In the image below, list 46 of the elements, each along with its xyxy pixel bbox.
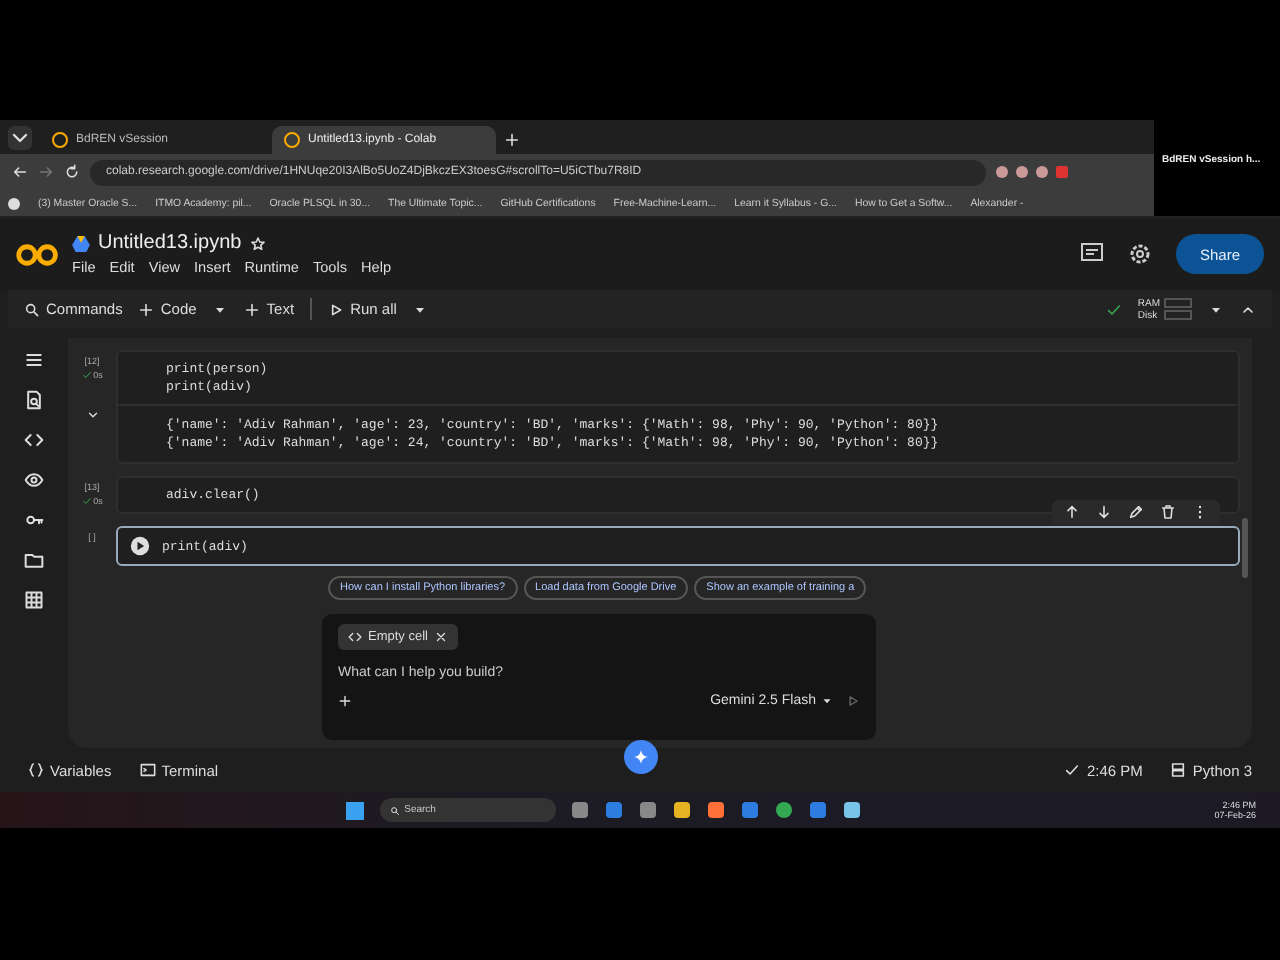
- table-of-contents-icon[interactable]: [24, 350, 44, 370]
- collapse-output-icon[interactable]: [85, 408, 99, 422]
- search-icon: [24, 301, 40, 317]
- sparkle-button[interactable]: [624, 739, 659, 773]
- find-icon[interactable]: [24, 390, 44, 410]
- run-cell-button[interactable]: [130, 536, 150, 556]
- reload-icon[interactable]: [64, 164, 80, 180]
- scrollbar-thumb[interactable]: [1242, 518, 1248, 578]
- taskbar-apps-drawing[interactable]: [572, 802, 861, 818]
- check-icon: [81, 370, 92, 380]
- plus-icon: [138, 301, 155, 317]
- code-icon[interactable]: [24, 430, 44, 450]
- tab-list-button[interactable]: [8, 126, 32, 150]
- delete-icon[interactable]: [1160, 504, 1176, 520]
- move-up-icon[interactable]: [1064, 504, 1080, 520]
- check-icon: [81, 496, 92, 506]
- collapse-icon[interactable]: [1240, 301, 1256, 317]
- search-icon: [390, 805, 401, 815]
- move-down-icon[interactable]: [1096, 504, 1112, 520]
- braces-icon: [28, 762, 44, 778]
- grid-icon[interactable]: [24, 590, 44, 610]
- eye-icon[interactable]: [24, 470, 44, 490]
- star-icon[interactable]: [249, 235, 266, 251]
- extension-icons-drawing: [996, 166, 1068, 178]
- terminal-icon: [139, 762, 156, 778]
- caret-icon: [820, 694, 834, 708]
- forward-icon[interactable]: [38, 164, 54, 180]
- folder-icon[interactable]: [24, 550, 44, 570]
- drive-icon: [72, 235, 90, 251]
- new-tab-icon[interactable]: [504, 132, 520, 148]
- play-icon: [328, 301, 345, 317]
- key-icon[interactable]: [24, 510, 44, 530]
- notebook-title[interactable]: Untitled13.ipynb: [98, 232, 242, 254]
- edit-icon[interactable]: [1128, 504, 1144, 520]
- server-icon: [1170, 762, 1187, 778]
- plus-icon: [244, 301, 261, 317]
- settings-icon[interactable]: [1127, 242, 1152, 266]
- logo-icon: [16, 241, 60, 267]
- close-icon[interactable]: [433, 630, 448, 644]
- back-icon[interactable]: [12, 164, 28, 180]
- code-icon: [348, 630, 362, 644]
- comment-icon[interactable]: [1079, 242, 1104, 266]
- check-icon: [1105, 301, 1122, 317]
- add-icon[interactable]: [338, 694, 352, 708]
- send-icon[interactable]: [846, 694, 860, 708]
- check-icon: [1064, 762, 1081, 778]
